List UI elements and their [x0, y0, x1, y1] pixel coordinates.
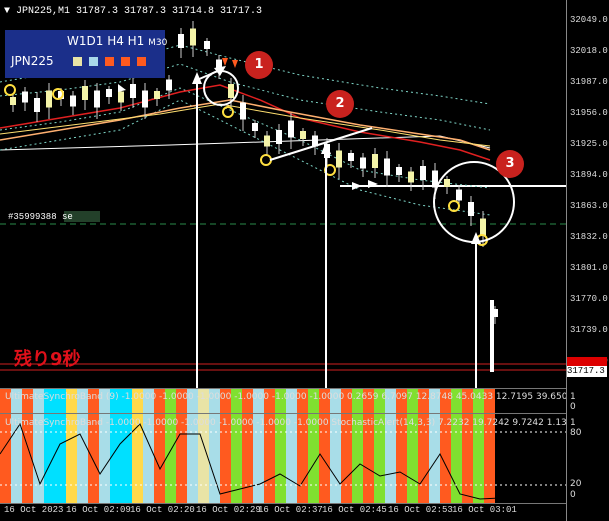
arrow-3-head: [471, 232, 481, 244]
candle: [34, 98, 40, 112]
timeframe-labels: W1D1 H4 H1 M30: [67, 34, 168, 48]
signal-ring: [222, 106, 234, 118]
time-tick: 16 Oct 2023: [4, 505, 64, 515]
price-tick: 32049.0: [570, 15, 608, 25]
timeframe-symbol: JPN225: [11, 54, 54, 68]
candle: [288, 120, 294, 138]
time-tick: 16 Oct 02:53: [388, 505, 453, 515]
candle: [228, 84, 234, 98]
tf-square-w1: [73, 57, 82, 66]
timeframe-panel: W1D1 H4 H1 M30 JPN225: [5, 30, 168, 78]
badge-2: 2: [326, 90, 354, 118]
price-tick: 31770.0: [570, 294, 608, 304]
stoch-axis-20: 20: [570, 479, 582, 489]
candle: [384, 158, 390, 176]
time-tick: 16 Oct 02:20: [130, 505, 195, 515]
candle: [468, 202, 474, 216]
candle: [154, 91, 160, 99]
candle: [420, 166, 426, 180]
candle: [46, 90, 52, 108]
stoch-indicator-title: UltimateSynchroBand -1.0000 -1.0000 -1.0…: [5, 418, 579, 428]
tf-square-h1: [121, 57, 130, 66]
time-tick: 16 Oct 03:01: [452, 505, 517, 515]
pane-separator-3: [0, 503, 566, 504]
candle: [94, 90, 100, 108]
stoch-axis-80: 80: [570, 428, 582, 438]
current-price-tag: 31717.3: [567, 366, 607, 377]
time-tick: 16 Oct 02:09: [66, 505, 131, 515]
band-axis-1: 1: [570, 392, 576, 402]
band-axis-0: 0: [570, 402, 576, 412]
time-tick: 16 Oct 02:45: [322, 505, 387, 515]
candle: [190, 28, 196, 46]
price-tick: 31739.0: [570, 325, 608, 335]
trend-line: [269, 127, 373, 161]
candle: [348, 153, 354, 161]
candle: [204, 41, 210, 49]
candle: [444, 179, 450, 187]
badge-1: 1: [245, 51, 273, 79]
object-label: #35999388 se: [8, 212, 73, 222]
candle: [252, 123, 258, 131]
price-tick: 31863.0: [570, 201, 608, 211]
candle: [22, 91, 28, 103]
red-price-tag: [567, 357, 607, 366]
candle: [118, 91, 124, 103]
candle: [178, 34, 184, 48]
candle: [396, 167, 402, 175]
candle: [372, 154, 378, 168]
price-tick: 31894.0: [570, 170, 608, 180]
time-tick: 16 Oct 02:37: [258, 505, 323, 515]
candle: [10, 97, 16, 105]
stoch-axis-1: 1: [570, 418, 576, 428]
tf-square-h4: [105, 57, 114, 66]
candle: [360, 157, 366, 169]
candle: [82, 86, 88, 100]
candle: [456, 189, 462, 201]
time-tick: 16 Oct 02:29: [196, 505, 261, 515]
candle: [336, 150, 342, 168]
price-tick: 31801.0: [570, 263, 608, 273]
stoch-axis-0: 0: [570, 490, 576, 500]
signal-ring: [260, 154, 272, 166]
price-tick: 31987.0: [570, 77, 608, 87]
price-tick: 32018.0: [570, 46, 608, 56]
candle: [166, 79, 172, 91]
candle: [408, 171, 414, 183]
candle: [490, 300, 494, 372]
candle: [142, 90, 148, 108]
badge-3: 3: [496, 150, 524, 178]
candle: [130, 84, 136, 98]
price-tick: 31832.0: [570, 232, 608, 242]
tf-square-m30: [137, 57, 146, 66]
candle: [300, 131, 306, 139]
band-indicator-title: UltimateSynchroBand (9) -1.0000 -1.0000 …: [5, 392, 574, 402]
candle: [106, 89, 112, 97]
candle: [276, 130, 282, 144]
candle: [240, 102, 246, 120]
signal-ring: [4, 84, 16, 96]
price-tick: 31956.0: [570, 108, 608, 118]
price-tick: 31925.0: [570, 139, 608, 149]
tf-square-d1: [89, 57, 98, 66]
candle: [70, 95, 76, 107]
countdown-text: 残り9秒: [14, 349, 81, 370]
candle: [480, 218, 486, 236]
candle: [264, 135, 270, 147]
